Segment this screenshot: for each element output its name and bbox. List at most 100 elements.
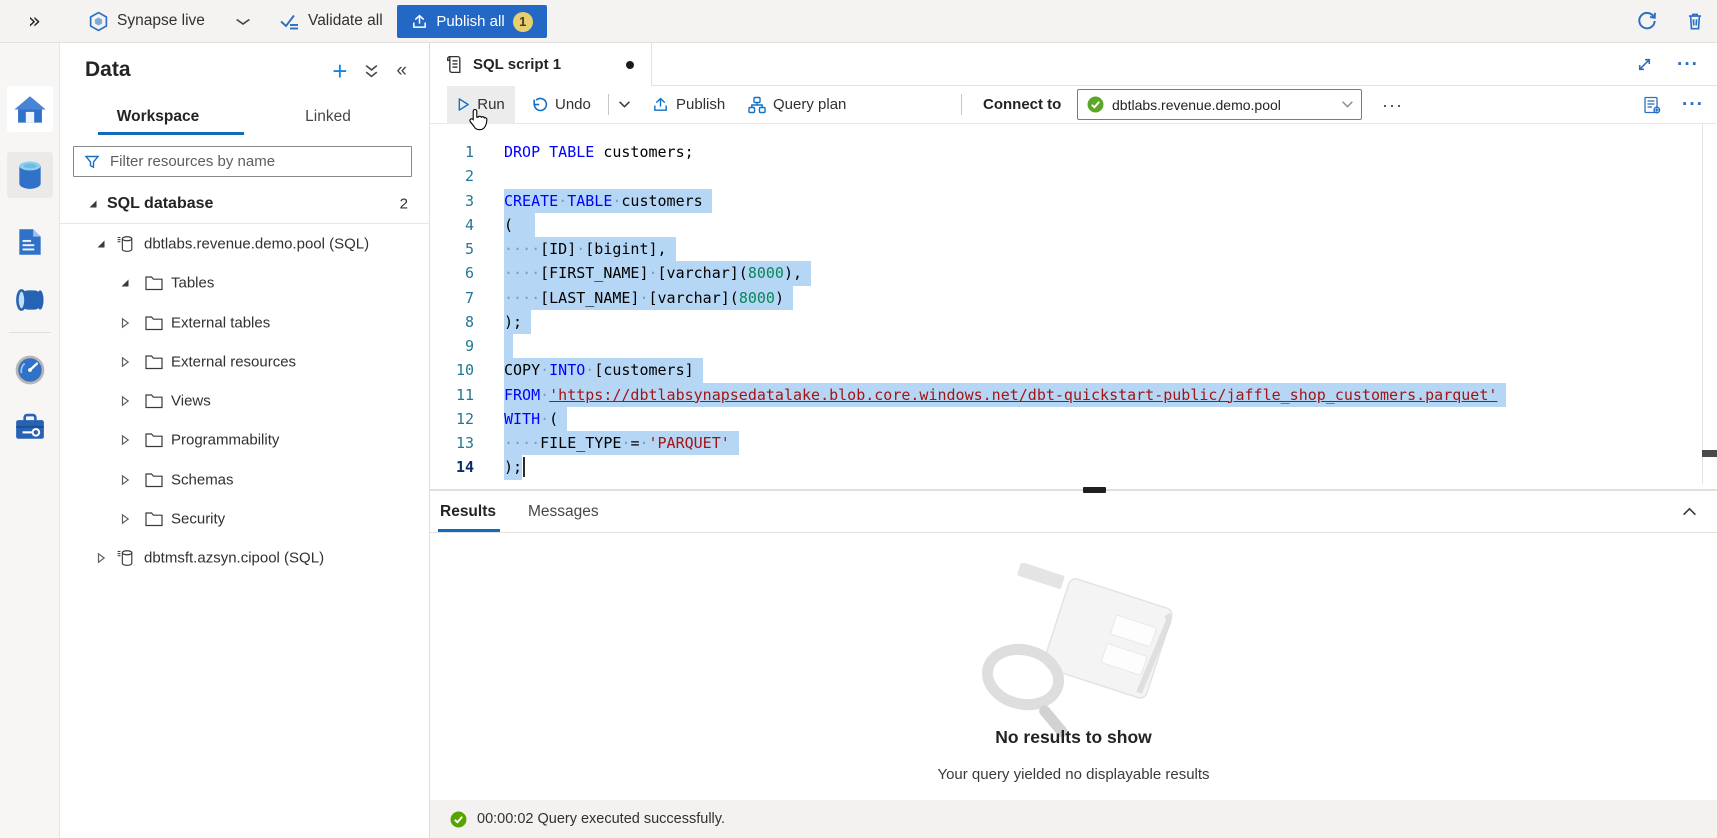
code-token — [540, 143, 549, 161]
home-icon — [13, 94, 47, 125]
collapse-panel-button[interactable]: « — [396, 60, 407, 82]
code-line-4[interactable]: 4( — [430, 213, 1717, 237]
code-line-14[interactable]: 14); — [430, 455, 1717, 479]
tab-messages[interactable]: Messages — [528, 491, 599, 532]
validate-all-button[interactable]: Validate all — [278, 0, 383, 42]
discard-all-button[interactable] — [1684, 0, 1706, 42]
tree-item-label: Views — [171, 393, 211, 410]
tab-results[interactable]: Results — [440, 491, 496, 532]
caret-expanded-icon[interactable] — [120, 278, 130, 288]
add-resource-button[interactable]: + — [332, 61, 347, 81]
caret-collapsed-icon[interactable] — [120, 435, 130, 446]
tree-item-label: Tables — [171, 275, 214, 292]
code-line-8[interactable]: 8); — [430, 310, 1717, 334]
run-button[interactable]: Run — [447, 86, 515, 123]
query-plan-button[interactable]: Query plan — [748, 86, 846, 123]
connect-to-label-wrap: Connect to — [983, 86, 1061, 123]
caret-collapsed-icon[interactable] — [96, 553, 106, 564]
caret-collapsed-icon[interactable] — [120, 317, 130, 328]
collapse-all-icon[interactable] — [364, 63, 379, 79]
undo-icon — [530, 96, 548, 114]
tree-item-programmability[interactable]: Programmability — [60, 421, 430, 460]
tree-item-dbtmsft-azsyn-cipool-sql[interactable]: dbtmsft.azsyn.cipool (SQL) — [60, 539, 430, 578]
database-icon — [115, 233, 136, 254]
chevron-down-icon — [234, 14, 251, 29]
pipeline-icon — [14, 287, 46, 313]
sql-code-editor[interactable]: 1DROP TABLE customers;23CREATE·TABLE·cus… — [430, 124, 1717, 489]
caret-collapsed-icon[interactable] — [120, 514, 130, 525]
left-navigation-rail — [0, 43, 60, 838]
code-line-10[interactable]: 10COPY·INTO·[customers] — [430, 358, 1717, 382]
tab-more-actions[interactable]: ··· — [1677, 60, 1699, 70]
code-line-7[interactable]: 7 ····[LAST_NAME]·[varchar](8000) — [430, 286, 1717, 310]
folder-icon — [144, 393, 164, 410]
code-token: FROM — [504, 386, 540, 404]
tab-workspace[interactable]: Workspace — [73, 100, 243, 133]
properties-button[interactable] — [1642, 86, 1662, 123]
undo-button[interactable]: Undo — [530, 86, 591, 123]
nav-monitor[interactable] — [7, 347, 53, 393]
collapse-results-chevron[interactable] — [1682, 504, 1697, 521]
tree-item-external-resources[interactable]: External resources — [60, 342, 430, 381]
selection-highlight — [504, 334, 513, 358]
toolbar-more-actions[interactable]: ··· — [1682, 86, 1704, 123]
connect-to-pool-dropdown[interactable]: dbtlabs.revenue.demo.pool — [1077, 89, 1362, 120]
code-line-3[interactable]: 3CREATE·TABLE·customers — [430, 189, 1717, 213]
nav-home[interactable] — [7, 86, 53, 132]
folder-icon — [144, 353, 164, 370]
code-line-13[interactable]: 13····FILE_TYPE·=·'PARQUET' — [430, 431, 1717, 455]
nav-develop[interactable] — [7, 219, 53, 265]
code-line-2[interactable]: 2 — [430, 164, 1717, 188]
caret-expanded-icon[interactable] — [88, 199, 98, 209]
selection-highlight: ); — [504, 310, 531, 334]
tree-item-sql-database[interactable]: SQL database2 — [60, 185, 430, 224]
code-token: ····FILE_TYPE·=· — [504, 434, 649, 452]
line-number: 13 — [430, 434, 474, 452]
nav-integrate[interactable] — [7, 277, 53, 323]
tab-linked[interactable]: Linked — [243, 100, 413, 133]
code-line-6[interactable]: 6····[FIRST_NAME]·[varchar](8000), — [430, 261, 1717, 285]
tree-item-tables[interactable]: Tables — [60, 264, 430, 303]
code-line-12[interactable]: 12WITH·( — [430, 407, 1717, 431]
filter-resources-input[interactable] — [108, 152, 411, 171]
editor-scrollbar-thumb[interactable] — [1702, 450, 1717, 457]
nav-manage[interactable] — [7, 403, 53, 449]
database-icon — [115, 548, 136, 569]
selection-highlight: CREATE·TABLE·customers — [504, 189, 712, 213]
success-check-icon — [450, 811, 467, 828]
code-line-1[interactable]: 1DROP TABLE customers; — [430, 140, 1717, 164]
expand-editor-icon[interactable] — [1636, 56, 1653, 73]
filter-resources-box[interactable] — [73, 146, 412, 177]
caret-collapsed-icon[interactable] — [120, 396, 130, 407]
run-options-chevron[interactable] — [618, 86, 631, 123]
top-command-bar: » Synapse live Validate all Publish all … — [0, 0, 1717, 43]
selection-highlight: ····[LAST_NAME]·[varchar](8000) — [504, 286, 793, 310]
tree-item-external-tables[interactable]: External tables — [60, 303, 430, 342]
query-status-text: 00:00:02 Query executed successfully. — [477, 811, 725, 827]
publish-all-button[interactable]: Publish all 1 — [397, 5, 547, 38]
connect-more-actions[interactable]: ··· — [1382, 86, 1403, 123]
code-line-5[interactable]: 5····[ID]·[bigint], — [430, 237, 1717, 261]
tree-item-security[interactable]: Security — [60, 499, 430, 538]
tree-item-views[interactable]: Views — [60, 381, 430, 420]
code-token: ) — [775, 289, 784, 307]
caret-expanded-icon[interactable] — [96, 239, 106, 249]
tab-sql-script-1[interactable]: SQL script 1 — [430, 43, 652, 86]
caret-collapsed-icon[interactable] — [120, 356, 130, 367]
code-line-9[interactable]: 9 — [430, 334, 1717, 358]
code-token: ····[FIRST_NAME]·[varchar]( — [504, 264, 748, 282]
line-number: 5 — [430, 240, 474, 258]
code-token: · — [558, 192, 567, 210]
publish-button[interactable]: Publish — [652, 86, 725, 123]
refresh-button[interactable] — [1636, 0, 1658, 42]
folder-icon — [144, 511, 164, 528]
code-token: customers; — [594, 143, 693, 161]
caret-collapsed-icon[interactable] — [120, 474, 130, 485]
code-line-11[interactable]: 11FROM·'https://dbtlabsynapsedatalake.bl… — [430, 383, 1717, 407]
nav-data[interactable] — [7, 152, 53, 198]
tree-item-schemas[interactable]: Schemas — [60, 460, 430, 499]
expand-panel-button[interactable]: » — [28, 0, 41, 42]
line-number: 7 — [430, 289, 474, 307]
tree-item-dbtlabs-revenue-demo-pool-sql[interactable]: dbtlabs.revenue.demo.pool (SQL) — [60, 224, 430, 263]
environment-selector[interactable]: Synapse live — [88, 0, 249, 42]
